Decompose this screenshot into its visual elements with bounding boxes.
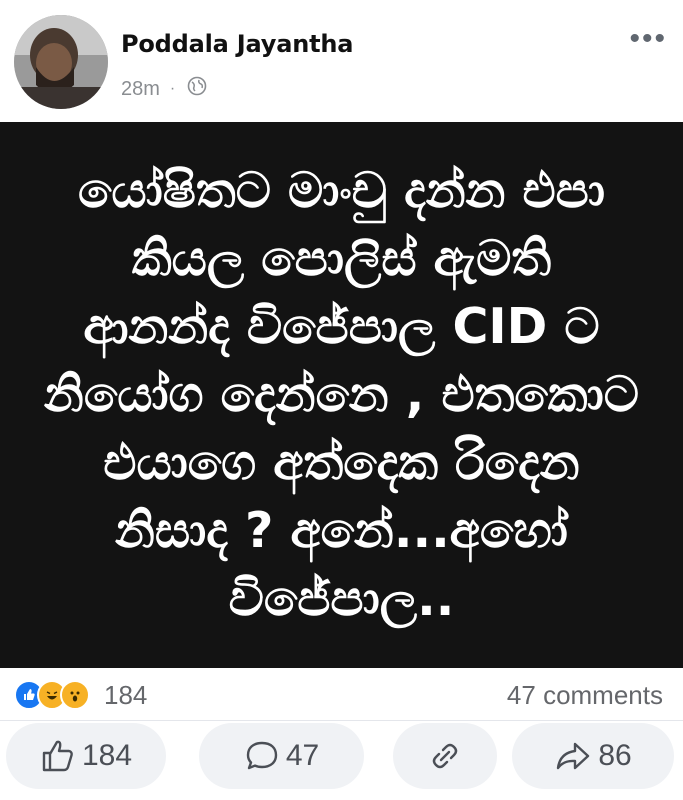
link-icon [427, 738, 463, 774]
thumbs-up-icon [40, 738, 76, 774]
comment-button[interactable]: 47 [199, 723, 364, 789]
meta-separator: · [169, 80, 176, 97]
avatar-image [14, 15, 108, 109]
post-timestamp[interactable]: 28m [121, 78, 160, 101]
copy-link-button[interactable] [393, 723, 497, 789]
reaction-icons[interactable] [14, 680, 90, 710]
comment-bubble-icon [244, 738, 280, 774]
share-button[interactable]: 86 [512, 723, 674, 789]
share-arrow-icon [554, 738, 592, 774]
like-button[interactable]: 184 [6, 723, 166, 789]
author-name[interactable]: Poddala Jayantha [121, 30, 353, 58]
reactions-bar: 184 47 comments [0, 668, 683, 721]
wow-reaction-icon [60, 680, 90, 710]
post-text: යෝෂිතට මාංචු දන්න එපා කියල පොලිස් ඇමති ආ… [44, 162, 639, 627]
comments-count[interactable]: 47 comments [507, 680, 663, 711]
globe-icon [187, 76, 207, 102]
author-avatar[interactable] [14, 15, 108, 109]
action-bar: 184 47 86 [0, 723, 683, 789]
post-meta: 28m · [121, 76, 207, 102]
post-image-card[interactable]: යෝෂිතට මාංචු දන්න එපා කියල පොලිස් ඇමති ආ… [0, 122, 683, 668]
like-count: 184 [81, 739, 133, 772]
more-options-icon[interactable]: ••• [629, 24, 667, 54]
post-header: Poddala Jayantha 28m · ••• [0, 0, 683, 122]
reaction-count[interactable]: 184 [104, 680, 147, 711]
comment-count: 47 [285, 739, 320, 772]
share-count: 86 [598, 739, 632, 772]
